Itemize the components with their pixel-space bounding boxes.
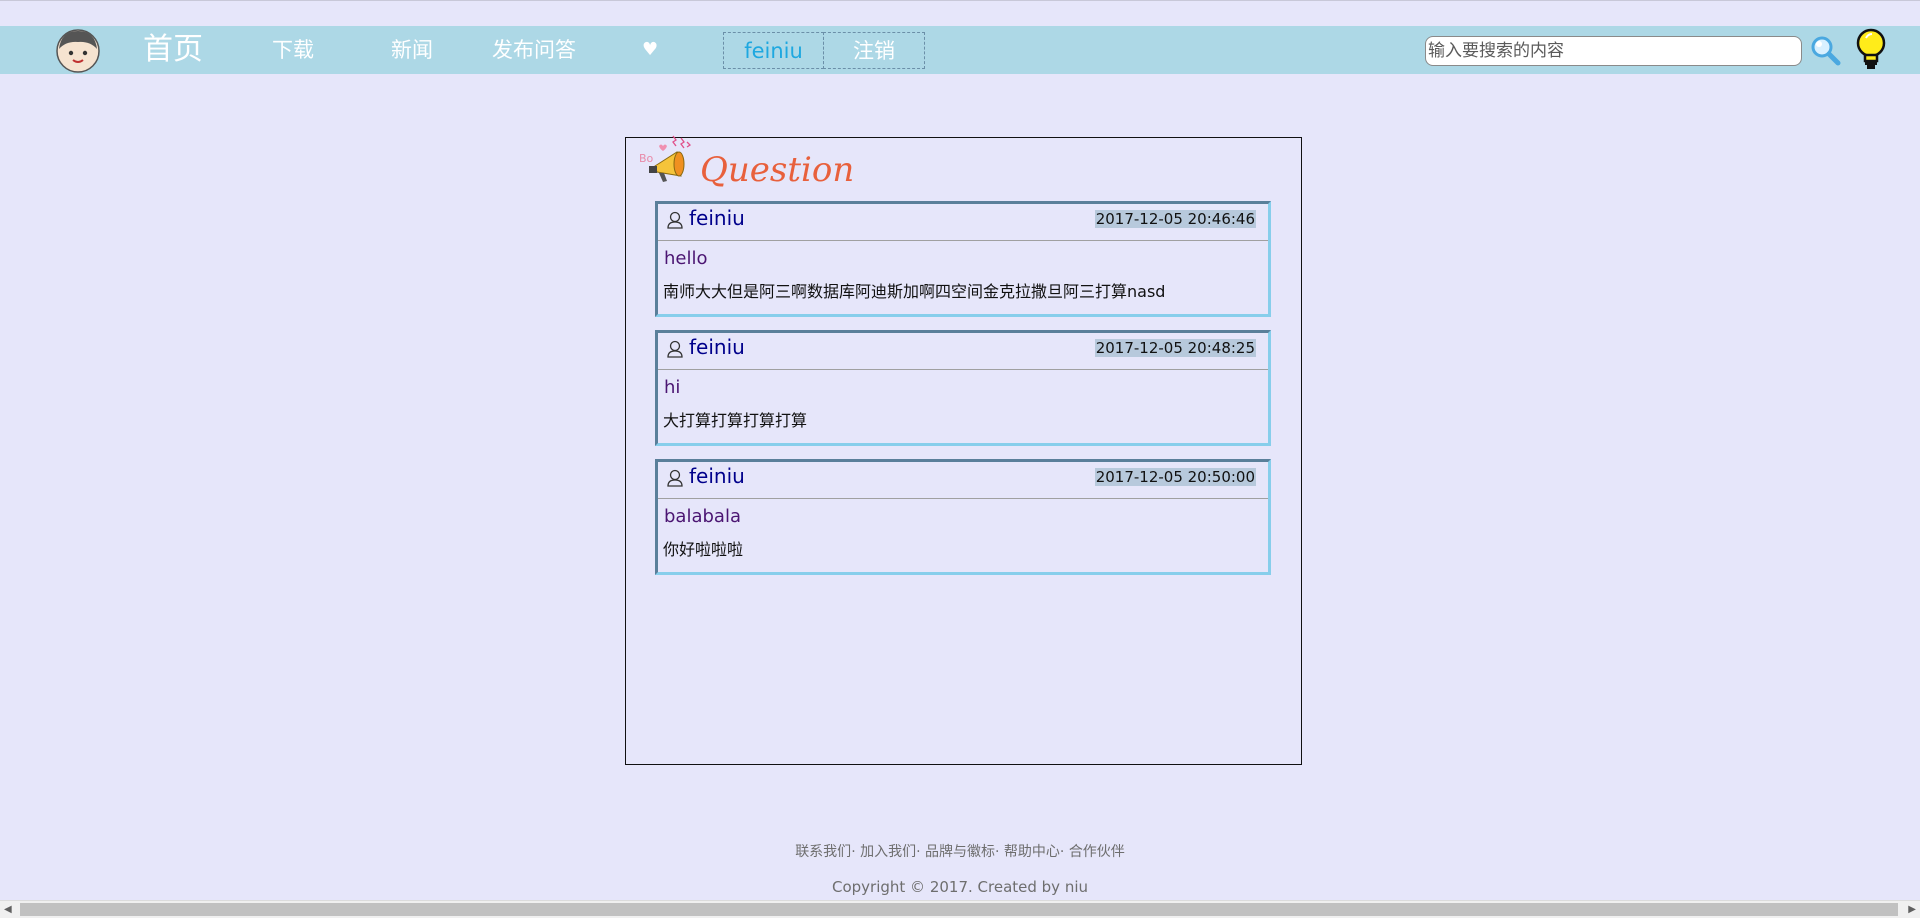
scrollbar-thumb[interactable] [20,903,1898,916]
question-timestamp: 2017-12-05 20:50:00 [1094,468,1256,486]
question-body: 南师大大但是阿三啊数据库阿迪斯加啊四空间金克拉撒旦阿三打算nasd [663,282,1166,301]
question-timestamp: 2017-12-05 20:46:46 [1094,210,1256,228]
page-title: Question [700,150,855,190]
footer-separator: · [851,844,861,860]
question-panel: Bo Question feiniu 2017-12-05 20:46:46 h… [625,135,1302,765]
footer-link-join[interactable]: 加入我们 [860,844,916,860]
footer-link-help[interactable]: 帮助中心 [1004,844,1060,860]
footer-links: 联系我们· 加入我们· 品牌与徽标· 帮助中心· 合作伙伴 [0,841,1920,861]
footer-separator: · [995,844,1004,860]
footer-separator: · [916,844,925,860]
nav-download-link[interactable]: 下载 [272,26,314,74]
footer-link-brand[interactable]: 品牌与徽标 [925,844,995,860]
top-navbar: 首页 下载 新闻 发布问答 ♥ feiniu 注销 [0,26,1920,74]
nav-home-link[interactable]: 首页 [143,26,203,74]
current-user-link[interactable]: feiniu [723,32,824,69]
horizontal-scrollbar[interactable]: ◀ ▶ [0,900,1920,918]
question-card-header: feiniu 2017-12-05 20:50:00 [658,462,1268,499]
question-title[interactable]: hello [664,248,708,269]
window-top-strip [0,0,1920,26]
megaphone-icon: Bo [639,135,692,182]
search-input[interactable] [1425,36,1802,66]
footer-copyright: Copyright © 2017. Created by niu [831,878,1089,896]
nav-news-link[interactable]: 新闻 [391,26,433,74]
question-body: 你好啦啦啦 [663,540,744,559]
question-title[interactable]: hi [664,377,680,398]
search-icon[interactable] [1809,34,1841,66]
user-icon [667,211,683,229]
nav-post-qa-link[interactable]: 发布问答 [492,26,576,74]
user-icon [667,340,683,358]
logout-link[interactable]: 注销 [823,32,925,69]
question-card[interactable]: feiniu 2017-12-05 20:46:46 hello 南师大大但是阿… [655,201,1271,317]
avatar-icon[interactable] [56,29,100,73]
question-author[interactable]: feiniu [689,335,745,359]
question-card-header: feiniu 2017-12-05 20:48:25 [658,333,1268,370]
scroll-right-arrow-icon[interactable]: ▶ [1908,904,1916,915]
question-card-header: feiniu 2017-12-05 20:46:46 [658,204,1268,241]
question-author[interactable]: feiniu [689,206,745,230]
question-card[interactable]: feiniu 2017-12-05 20:50:00 balabala 你好啦啦… [655,459,1271,575]
question-title[interactable]: balabala [664,506,741,527]
footer-link-contact[interactable]: 联系我们 [795,844,851,860]
user-icon [667,469,683,487]
question-timestamp: 2017-12-05 20:48:25 [1094,339,1256,357]
scroll-left-arrow-icon[interactable]: ◀ [4,904,12,915]
footer-link-partners[interactable]: 合作伙伴 [1069,844,1125,860]
heart-icon[interactable]: ♥ [642,26,658,74]
lightbulb-icon[interactable] [1856,28,1886,72]
question-author[interactable]: feiniu [689,464,745,488]
svg-text:Bo: Bo [639,152,654,165]
footer-separator: · [1059,844,1069,860]
question-body: 大打算打算打算打算 [663,411,808,430]
question-card[interactable]: feiniu 2017-12-05 20:48:25 hi 大打算打算打算打算 [655,330,1271,446]
